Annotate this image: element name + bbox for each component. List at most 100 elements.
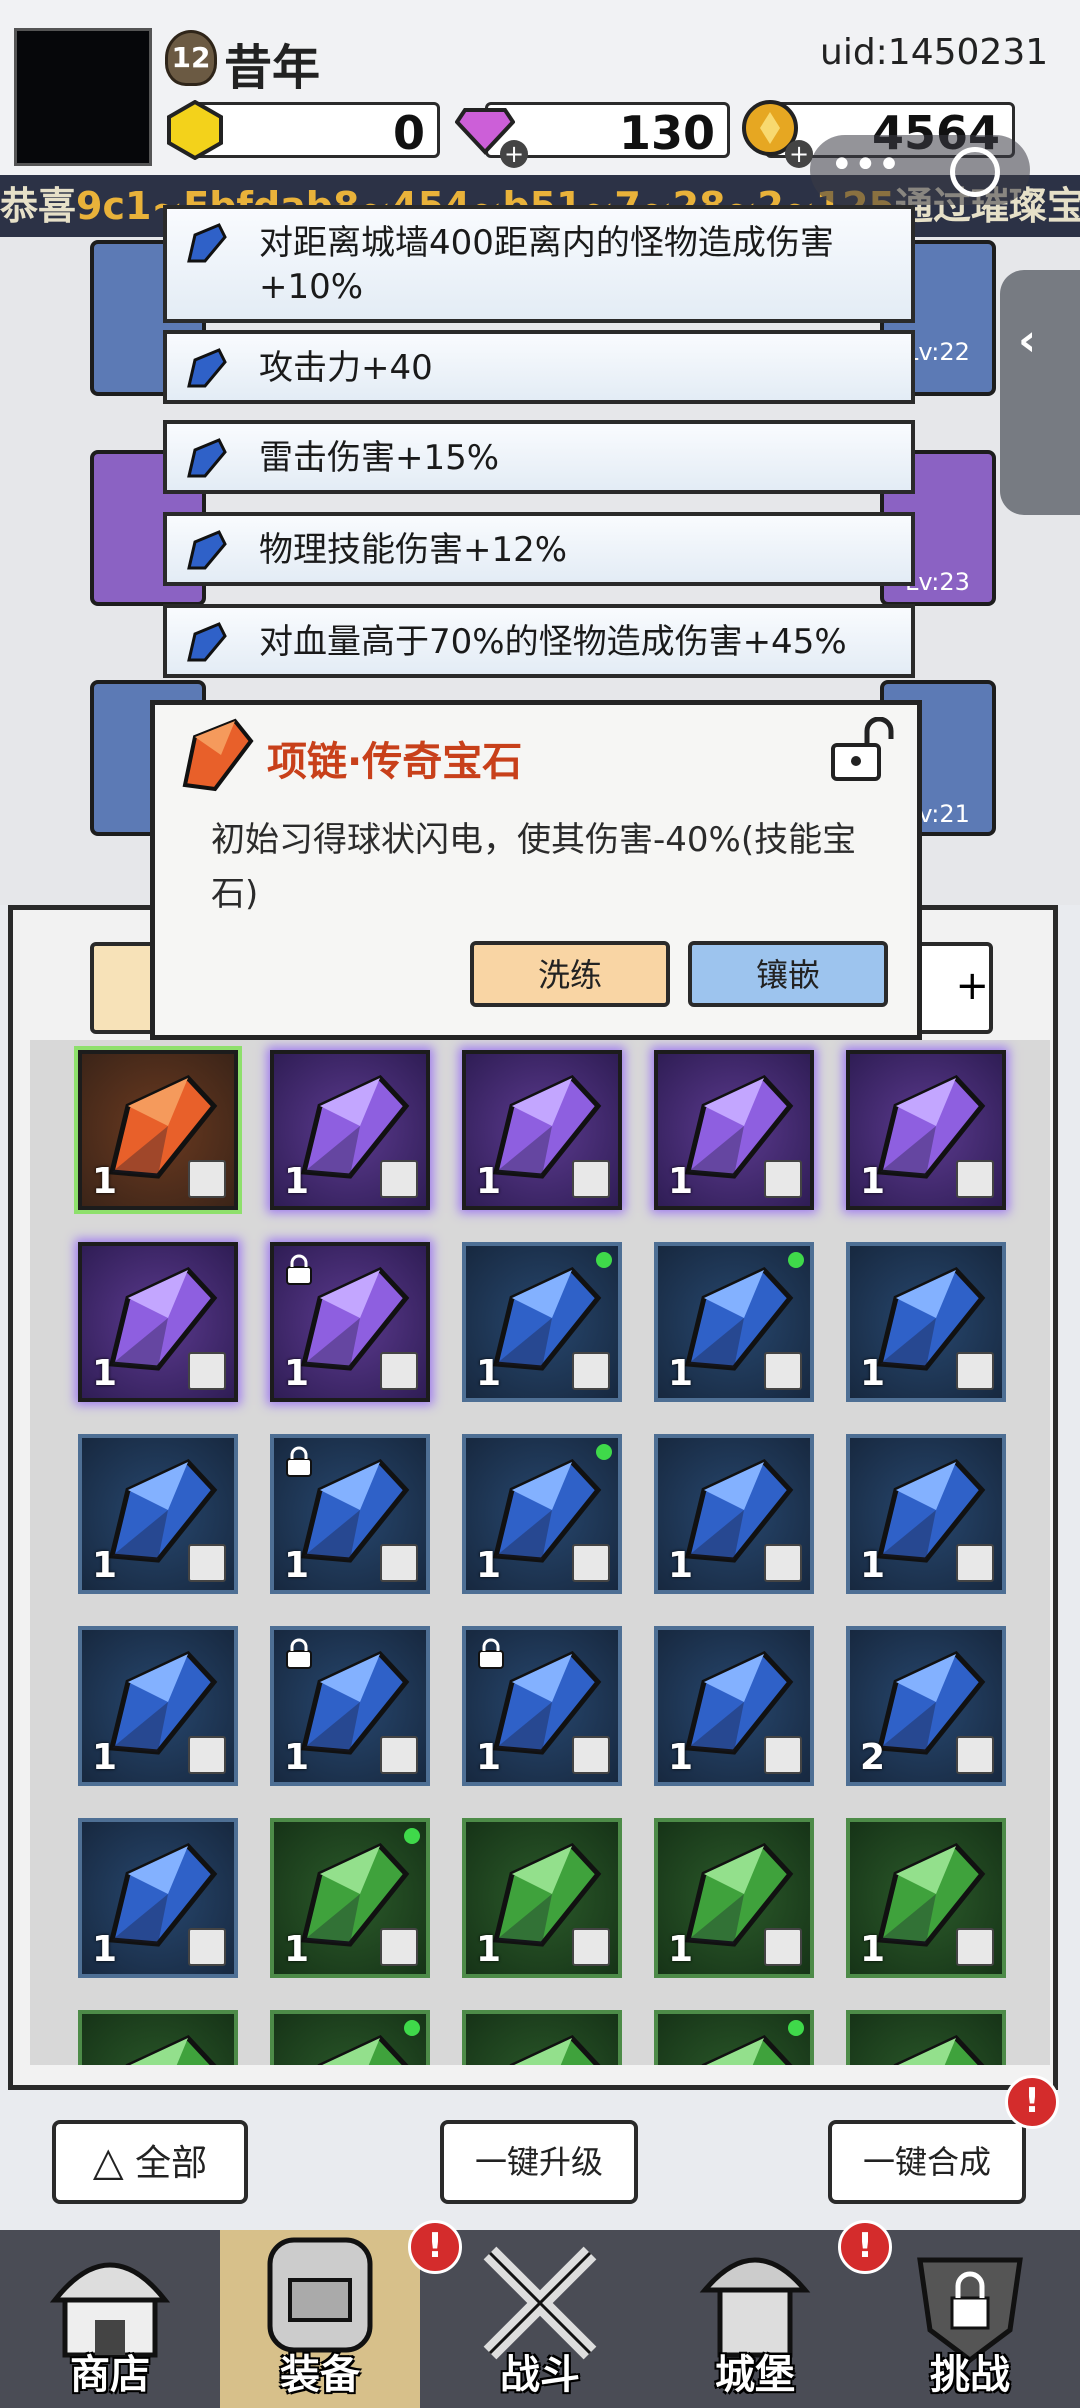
more-icon[interactable]: ••• [830,145,910,185]
gem-count: 1 [92,1545,118,1586]
equip-type-icon [956,1544,994,1582]
popup-title: 项链·传奇宝石 [267,739,523,785]
attribute-row: 对血量高于70%的怪物造成伤害+45% [163,604,915,678]
gem-slot[interactable]: 1 [270,1818,430,1978]
attribute-text: 雷击伤害+15% [259,438,500,478]
gem-count: 1 [860,1353,886,1394]
gem-slot[interactable] [462,2010,622,2065]
gem-slot[interactable]: 1 [78,1626,238,1786]
new-indicator-icon [404,2020,420,2036]
gem-slot[interactable]: 1 [654,1818,814,1978]
gem-slot[interactable] [270,2010,430,2065]
add-coin-icon[interactable]: + [785,140,813,168]
nav-castle[interactable]: 城堡 [655,2230,855,2408]
equip-type-icon [956,1736,994,1774]
equip-type-icon [380,1544,418,1582]
lock-icon [478,1638,504,1669]
gem-count: 1 [860,1545,886,1586]
attribute-text: 物理技能伤害+12% [259,530,568,570]
avatar[interactable] [14,28,152,166]
nav-equipment-label: 装备 [280,2352,360,2398]
gem-slot[interactable]: 1 [270,1626,430,1786]
equip-type-icon [956,1160,994,1198]
gem-slot[interactable]: 1 [654,1242,814,1402]
gem-slot[interactable] [846,2010,1006,2065]
merge-alert-icon: ! [1005,2075,1059,2129]
refine-button[interactable]: 洗练 [470,941,670,1007]
gem-slot[interactable]: 1 [270,1434,430,1594]
gem-count: 1 [92,1929,118,1970]
equip-type-icon [764,1352,802,1390]
gem-slot[interactable]: 1 [462,1434,622,1594]
gem-slot[interactable]: 1 [462,1050,622,1210]
gem-count: 1 [860,1161,886,1202]
gem-slot[interactable]: 1 [270,1050,430,1210]
new-indicator-icon [596,1252,612,1268]
gem-slot[interactable]: 1 [654,1434,814,1594]
popup-description: 初始习得球状闪电，使其伤害-40%(技能宝石) [211,820,857,914]
gem-slot[interactable]: 1 [846,1434,1006,1594]
gem-count: 1 [92,1737,118,1778]
gem-slot[interactable]: 1 [462,1242,622,1402]
gem-slot[interactable]: 1 [78,1242,238,1402]
gem-slot[interactable]: 1 [462,1818,622,1978]
green-gem-icon [125,2034,217,2065]
new-indicator-icon [788,1252,804,1268]
equip-type-icon [188,1544,226,1582]
equip-type-icon [764,1928,802,1966]
gem-slot[interactable]: 1 [462,1626,622,1786]
unlock-icon[interactable] [827,717,897,783]
gem-slot[interactable]: 1 [78,1434,238,1594]
gem-count: 1 [476,1545,502,1586]
gem-slot[interactable]: 1 [78,1050,238,1210]
gem-slot[interactable]: 1 [654,1050,814,1210]
new-indicator-icon [596,1444,612,1460]
gem-slot[interactable] [654,2010,814,2065]
equip-type-icon [380,1160,418,1198]
gem-count: 1 [668,1737,694,1778]
green-gem-icon [509,2034,601,2065]
gem-count: 1 [284,1737,310,1778]
close-capsule-icon[interactable] [950,147,1000,197]
attribute-row: 雷击伤害+15% [163,420,915,494]
chevron-left-icon: ‹ [1018,315,1037,366]
gem-count: 1 [668,1161,694,1202]
inlay-button[interactable]: 镶嵌 [688,941,888,1007]
attribute-text: 攻击力+40 [259,348,433,388]
nav-castle-label: 城堡 [715,2352,795,2398]
gem-slot[interactable] [78,2010,238,2065]
nav-challenge[interactable]: 挑战 [870,2230,1070,2408]
filter-all-button[interactable]: △ 全部 [52,2120,248,2204]
gem-count: 1 [284,1545,310,1586]
nav-challenge-label: 挑战 [930,2352,1010,2398]
nav-equipment[interactable]: 装备 [220,2230,420,2408]
blue-gem-icon [187,348,227,388]
blue-gem-icon [187,622,227,662]
nav-battle[interactable]: 战斗 [440,2230,640,2408]
nav-shop[interactable]: 商店 [10,2230,210,2408]
gem-slot[interactable]: 1 [270,1242,430,1402]
side-drawer-tab[interactable]: ‹ [1000,270,1080,515]
uid-label: uid:1450231 [820,32,1049,73]
equip-type-icon [956,1352,994,1390]
nav-shop-label: 商店 [70,2352,150,2398]
gem-slot[interactable]: 1 [78,1818,238,1978]
one-click-upgrade-button[interactable]: 一键升级 [440,2120,638,2204]
gem-slot[interactable]: 1 [846,1242,1006,1402]
gem-slot[interactable]: 2 [846,1626,1006,1786]
equip-type-icon [764,1160,802,1198]
sort-button[interactable]: + [915,942,993,1034]
gem-slot[interactable]: 1 [846,1050,1006,1210]
one-click-merge-button[interactable]: 一键合成 [828,2120,1026,2204]
gold-counter: 0 [190,102,440,160]
gem-slot[interactable]: 1 [846,1818,1006,1978]
gem-count: 1 [284,1161,310,1202]
blue-gem-icon [187,530,227,570]
legendary-gem-icon [182,718,254,792]
attribute-row: 攻击力+40 [163,330,915,404]
add-diamond-icon[interactable]: + [500,140,528,168]
attribute-row: 对距离城墙400距离内的怪物造成伤害+10% [163,205,915,323]
player-name: 昔年 [224,40,321,96]
gem-slot[interactable]: 1 [654,1626,814,1786]
green-gem-icon [317,2034,409,2065]
